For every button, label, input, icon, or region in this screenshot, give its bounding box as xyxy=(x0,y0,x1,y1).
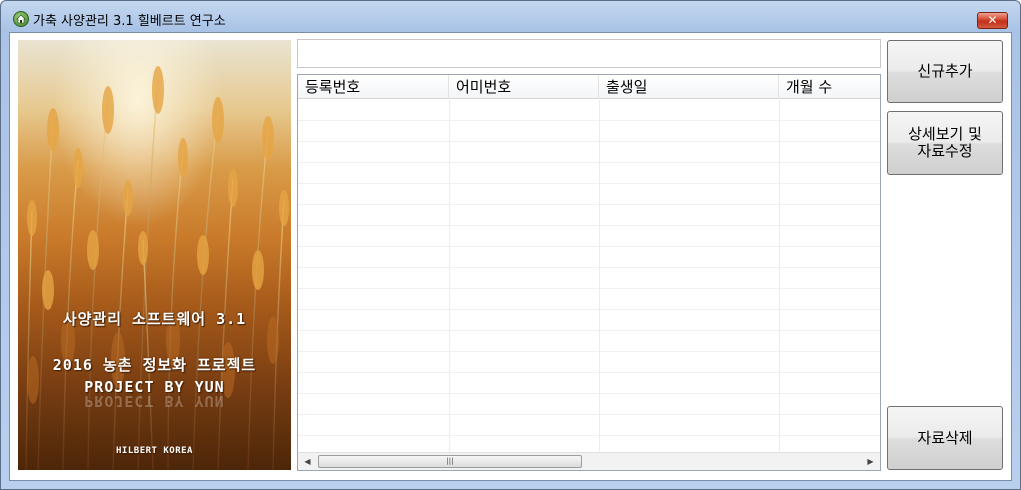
column-divider xyxy=(449,100,450,452)
table-row[interactable] xyxy=(298,184,880,205)
column-divider xyxy=(779,100,780,452)
delete-button[interactable]: 자료삭제 xyxy=(887,406,1003,470)
table-row[interactable] xyxy=(298,163,880,184)
column-header-mother-number[interactable]: 어미번호 xyxy=(449,75,599,99)
banner-company: HILBERT KOREA xyxy=(116,446,193,456)
table-row[interactable] xyxy=(298,142,880,163)
table-row[interactable] xyxy=(298,247,880,268)
column-header-birth-date[interactable]: 출생일 xyxy=(599,75,779,99)
column-divider xyxy=(599,100,600,452)
banner-author-reflection: PROJECT BY YUN xyxy=(84,392,225,410)
listview-header: 등록번호 어미번호 출생일 개월 수 xyxy=(298,75,880,99)
table-row[interactable] xyxy=(298,310,880,331)
table-row[interactable] xyxy=(298,331,880,352)
table-row[interactable] xyxy=(298,289,880,310)
table-row[interactable] xyxy=(298,394,880,415)
app-window: 가축 사양관리 3.1 힐베르트 연구소 ✕ 사양관리 소프트웨어 3.1 20… xyxy=(0,0,1021,490)
table-row[interactable] xyxy=(298,415,880,436)
table-row[interactable] xyxy=(298,226,880,247)
horizontal-scrollbar[interactable]: ◀ ||| ▶ xyxy=(298,452,880,470)
records-listview[interactable]: 등록번호 어미번호 출생일 개월 수 ◀ ||| ▶ xyxy=(297,74,881,471)
table-row[interactable] xyxy=(298,121,880,142)
close-button[interactable]: ✕ xyxy=(977,12,1008,29)
table-row[interactable] xyxy=(298,373,880,394)
banner-software-title: 사양관리 소프트웨어 3.1 xyxy=(62,310,247,328)
column-header-months[interactable]: 개월 수 xyxy=(779,75,880,99)
table-row[interactable] xyxy=(298,352,880,373)
table-row[interactable] xyxy=(298,268,880,289)
table-row[interactable] xyxy=(298,100,880,121)
scrollbar-thumb[interactable]: ||| xyxy=(318,455,582,468)
column-header-registration-number[interactable]: 등록번호 xyxy=(298,75,449,99)
window-title: 가축 사양관리 3.1 힐베르트 연구소 xyxy=(33,14,226,29)
house-icon[interactable] xyxy=(13,11,29,27)
search-input[interactable] xyxy=(297,39,881,68)
scroll-right-icon[interactable]: ▶ xyxy=(862,453,879,470)
banner-project-title: 2016 농촌 정보화 프로젝트 xyxy=(52,356,257,374)
title-bar[interactable]: 가축 사양관리 3.1 힐베르트 연구소 ✕ xyxy=(1,1,1020,31)
client-area: 사양관리 소프트웨어 3.1 2016 농촌 정보화 프로젝트 PROJECT … xyxy=(9,32,1012,481)
table-row[interactable] xyxy=(298,205,880,226)
add-new-button[interactable]: 신규추가 xyxy=(887,40,1003,103)
detail-edit-button[interactable]: 상세보기 및 자료수정 xyxy=(887,111,1003,175)
listview-rows xyxy=(298,100,880,457)
scroll-left-icon[interactable]: ◀ xyxy=(299,453,316,470)
banner-image: 사양관리 소프트웨어 3.1 2016 농촌 정보화 프로젝트 PROJECT … xyxy=(18,40,291,470)
close-icon: ✕ xyxy=(987,13,998,27)
